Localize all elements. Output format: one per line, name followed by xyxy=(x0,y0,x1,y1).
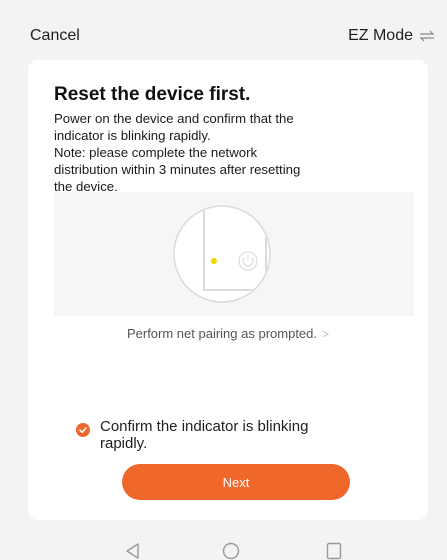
chevron-right-icon: > xyxy=(322,327,330,341)
checkmark-icon[interactable] xyxy=(76,423,90,437)
reset-instructions-card: Reset the device first. Power on the dev… xyxy=(28,60,428,520)
home-circle-icon[interactable] xyxy=(222,542,240,560)
indicator-light xyxy=(211,258,217,264)
confirm-indicator-label: Confirm the indicator is blinking rapidl… xyxy=(100,418,308,452)
net-pairing-label: Perform net pairing as prompted. xyxy=(126,326,318,341)
mode-label: EZ Mode xyxy=(348,27,413,44)
device-illustration xyxy=(54,192,414,316)
back-triangle-icon[interactable] xyxy=(124,542,140,560)
recent-square-icon[interactable] xyxy=(326,542,342,560)
instruction-line: distribution within 3 minutes after rese… xyxy=(54,162,301,177)
switch-arrows-icon xyxy=(419,30,435,42)
page-title: Reset the device first. xyxy=(54,84,251,105)
confirm-label-line: rapidly. xyxy=(100,435,148,452)
net-pairing-link[interactable]: Perform net pairing as prompted. > xyxy=(28,326,428,341)
device-illustration-graphic xyxy=(173,205,271,303)
confirm-label-line: Confirm the indicator is blinking xyxy=(100,418,309,435)
cancel-button[interactable]: Cancel xyxy=(30,27,80,45)
instruction-line: Note: please complete the network xyxy=(54,145,258,160)
top-bar: Cancel EZ Mode xyxy=(0,0,447,62)
system-nav-bar xyxy=(0,540,447,560)
instruction-line: indicator is blinking rapidly. xyxy=(54,128,211,143)
confirm-indicator-checkbox[interactable]: Confirm the indicator is blinking rapidl… xyxy=(76,418,396,452)
next-button[interactable]: Next xyxy=(122,464,350,500)
instruction-line: Power on the device and confirm that the xyxy=(54,111,294,126)
instruction-text: Power on the device and confirm that the… xyxy=(54,110,404,195)
mode-switch-button[interactable]: EZ Mode xyxy=(348,27,435,45)
